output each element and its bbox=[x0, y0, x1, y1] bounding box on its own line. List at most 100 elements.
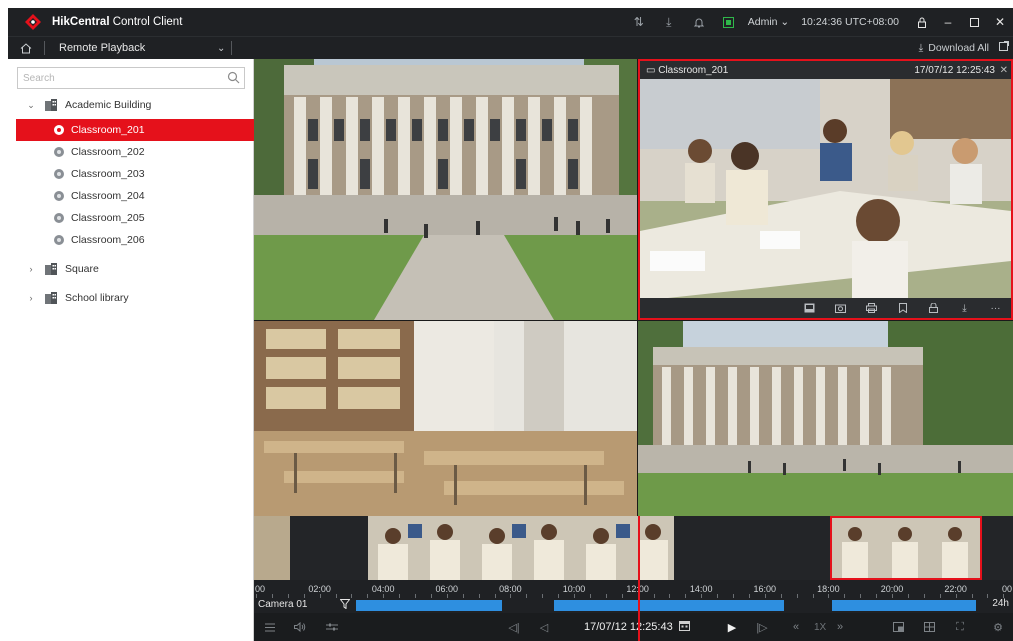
video-tile-1[interactable] bbox=[254, 59, 637, 320]
speed-up-icon[interactable]: » bbox=[832, 613, 848, 641]
recording-segment[interactable] bbox=[832, 600, 976, 611]
video-frame-building-exterior bbox=[254, 59, 637, 320]
tree-camera-label: Classroom_202 bbox=[71, 146, 145, 158]
module-bar: Remote Playback ⌄ ⤓ Download All bbox=[8, 36, 1013, 59]
recording-segment[interactable] bbox=[554, 600, 784, 611]
video-tile-active[interactable]: ▭ Classroom_201 17/07/12 12:25:43 ✕ ⤓ ··… bbox=[638, 59, 1013, 320]
search-icon[interactable] bbox=[227, 71, 240, 87]
maximize-button[interactable] bbox=[961, 8, 987, 36]
adjust-icon[interactable] bbox=[324, 613, 340, 641]
video-tile-4[interactable] bbox=[638, 321, 1013, 516]
building-icon bbox=[45, 292, 57, 304]
close-icon[interactable]: ✕ bbox=[1000, 65, 1008, 76]
lock-icon[interactable] bbox=[918, 298, 949, 318]
tree-camera-classroom-203[interactable]: Classroom_203 bbox=[8, 163, 254, 185]
resource-status-icon[interactable] bbox=[714, 8, 744, 36]
chevron-right-icon[interactable]: › bbox=[24, 264, 38, 274]
list-icon[interactable] bbox=[262, 613, 278, 641]
system-clock: 10:24:36 UTC+08:00 bbox=[801, 16, 899, 28]
camera-capture-icon[interactable] bbox=[825, 298, 856, 318]
thumbnail[interactable] bbox=[368, 516, 674, 580]
layout-grid-icon[interactable] bbox=[918, 613, 940, 641]
download-all-button[interactable]: ⤓ Download All bbox=[919, 37, 989, 59]
timeline-tick-label: 04:00 bbox=[371, 584, 395, 594]
module-dropdown-icon[interactable]: ⌄ bbox=[217, 43, 225, 54]
thumbnail-selected[interactable] bbox=[830, 516, 982, 580]
video-frame-building-wide bbox=[638, 321, 1013, 516]
chevron-right-icon[interactable]: › bbox=[24, 293, 38, 303]
reverse-play-icon[interactable]: ◁ bbox=[536, 613, 552, 641]
window-icon[interactable] bbox=[890, 613, 906, 641]
thumbnail-frames bbox=[832, 518, 980, 578]
download-tasks-icon[interactable]: ⤓ bbox=[654, 8, 684, 36]
timeline-ruler[interactable]: 0002:0004:0006:0008:0010:0012:0014:0016:… bbox=[254, 580, 1013, 598]
search-box bbox=[17, 67, 245, 89]
filter-icon[interactable] bbox=[339, 599, 351, 612]
camera-icon bbox=[54, 125, 64, 135]
home-icon[interactable] bbox=[8, 37, 44, 59]
recording-track[interactable]: Camera 01 24h bbox=[254, 598, 1013, 613]
tree-camera-classroom-201[interactable]: Classroom_201 bbox=[16, 119, 254, 141]
module-title: Remote Playback bbox=[59, 42, 146, 54]
tree-camera-label: Classroom_206 bbox=[71, 234, 145, 246]
app-title-brand: HikCentral bbox=[52, 16, 110, 28]
camera-icon bbox=[54, 169, 64, 179]
tile-toolbar: ⤓ ··· bbox=[640, 298, 1011, 318]
notification-bell-icon[interactable] bbox=[684, 8, 714, 36]
video-tile-3[interactable] bbox=[254, 321, 637, 516]
video-grid: ▭ Classroom_201 17/07/12 12:25:43 ✕ ⤓ ··… bbox=[254, 59, 1013, 516]
bookmark-icon[interactable] bbox=[887, 298, 918, 318]
thumbnail[interactable] bbox=[254, 516, 290, 580]
app-title-product: Control Client bbox=[112, 16, 183, 28]
slow-down-icon[interactable]: « bbox=[788, 613, 804, 641]
recording-segment[interactable] bbox=[356, 600, 502, 611]
camera-icon bbox=[54, 191, 64, 201]
thumbnail-strip bbox=[254, 516, 1013, 580]
video-frame-classroom bbox=[640, 61, 1011, 318]
tree-camera-label: Classroom_205 bbox=[71, 212, 145, 224]
step-forward-icon[interactable]: |▷ bbox=[754, 613, 770, 641]
tree-camera-classroom-204[interactable]: Classroom_204 bbox=[8, 185, 254, 207]
tree-camera-classroom-202[interactable]: Classroom_202 bbox=[8, 141, 254, 163]
playback-time: 17/07/12 12:25:43 bbox=[584, 613, 690, 641]
thumbnail-frames bbox=[368, 516, 674, 580]
user-menu[interactable]: Admin ⌄ bbox=[748, 16, 789, 28]
fullscreen-icon[interactable]: ⛶ bbox=[952, 613, 968, 641]
tile-camera-name: ▭ Classroom_201 bbox=[646, 64, 729, 76]
tree-camera-classroom-206[interactable]: Classroom_206 bbox=[8, 229, 254, 251]
timeline-playhead[interactable] bbox=[638, 516, 640, 641]
settings-gear-icon[interactable]: ⚙ bbox=[990, 613, 1006, 641]
stop-reverse-icon[interactable]: ◁| bbox=[506, 613, 522, 641]
volume-icon[interactable] bbox=[292, 613, 308, 641]
close-button[interactable]: ✕ bbox=[987, 8, 1013, 36]
playback-speed: 1X bbox=[814, 621, 827, 633]
more-icon[interactable]: ··· bbox=[980, 298, 1011, 318]
tree-camera-classroom-205[interactable]: Classroom_205 bbox=[8, 207, 254, 229]
chevron-down-icon[interactable]: ⌄ bbox=[24, 100, 38, 111]
download-icon: ⤓ bbox=[918, 41, 924, 54]
lock-icon[interactable] bbox=[909, 8, 935, 36]
minimize-button[interactable]: – bbox=[935, 8, 961, 36]
playback-time-label: 17/07/12 12:25:43 bbox=[584, 621, 673, 633]
screen-icon[interactable] bbox=[794, 298, 825, 318]
timeline-tick-label: 16:00 bbox=[753, 584, 777, 594]
user-name: Admin bbox=[747, 16, 778, 28]
sort-icon[interactable]: ⇅ bbox=[624, 8, 654, 36]
timeline-span[interactable]: 24h bbox=[992, 598, 1009, 609]
camera-icon bbox=[54, 235, 64, 245]
tree-camera-label: Classroom_204 bbox=[71, 190, 145, 202]
tile-timestamp: 17/07/12 12:25:43 bbox=[914, 64, 995, 76]
tree-group-square[interactable]: › Square bbox=[8, 258, 254, 280]
timeline-tick-label: 20:00 bbox=[880, 584, 904, 594]
video-frame-empty-classroom bbox=[254, 321, 637, 516]
popout-icon[interactable] bbox=[999, 41, 1009, 54]
print-icon[interactable] bbox=[856, 298, 887, 318]
timeline-tick-label: 00 bbox=[1001, 584, 1013, 594]
tree-group-school-library[interactable]: › School library bbox=[8, 287, 254, 309]
calendar-icon[interactable] bbox=[678, 620, 690, 634]
play-icon[interactable]: ▶ bbox=[724, 613, 740, 641]
tree-group-academic-building[interactable]: ⌄ Academic Building bbox=[8, 94, 254, 116]
download-icon[interactable]: ⤓ bbox=[949, 298, 980, 318]
resource-tree-panel: ⌄ Academic Building Classroom_201 Classr… bbox=[8, 59, 254, 641]
search-input[interactable] bbox=[18, 68, 218, 88]
